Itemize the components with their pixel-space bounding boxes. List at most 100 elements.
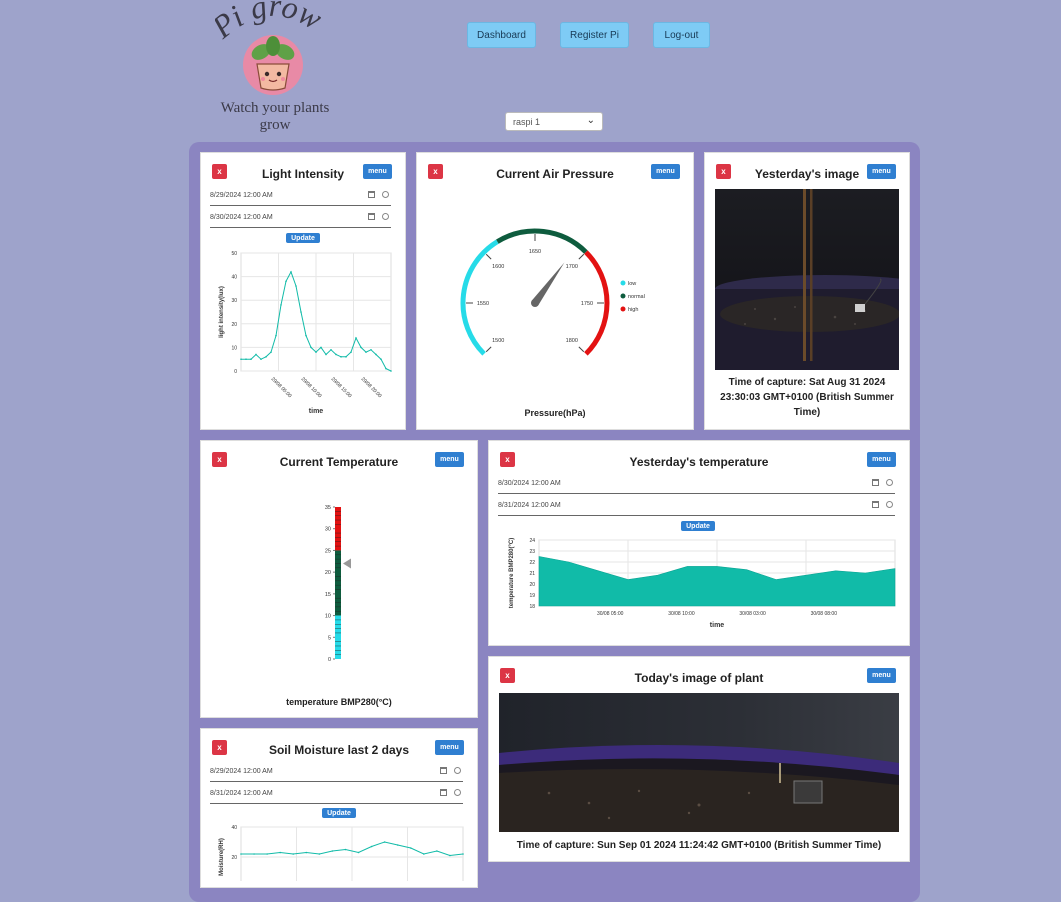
update-button[interactable]: Update	[681, 521, 715, 531]
clock-icon[interactable]	[454, 789, 461, 796]
legend-marker	[621, 294, 626, 299]
today-image-card: x Today's image of plant menu Time of ca…	[488, 656, 910, 862]
device-select-value: raspi 1	[513, 117, 540, 127]
gauge-band-normal	[497, 231, 586, 252]
data-point	[300, 311, 302, 313]
data-point	[279, 852, 281, 854]
menu-button[interactable]: menu	[651, 164, 680, 179]
data-point	[255, 354, 257, 356]
data-point	[315, 351, 317, 353]
y-tick-label: 0	[234, 369, 237, 375]
capture-time: Time of capture: Sun Sep 01 2024 11:24:4…	[499, 838, 899, 853]
calendar-icon[interactable]	[368, 191, 375, 198]
thermo-pointer	[343, 558, 351, 568]
start-date-value: 8/30/2024 12:00 AM	[498, 480, 561, 487]
data-point	[375, 354, 377, 356]
data-point	[345, 356, 347, 358]
calendar-icon[interactable]	[872, 501, 879, 508]
card-title: Today's image of plant	[489, 671, 909, 685]
update-button[interactable]: Update	[322, 808, 356, 818]
data-point	[380, 358, 382, 360]
soil-moisture-chart: 2040Moisture(RH)	[201, 821, 478, 881]
x-axis-label: time	[309, 408, 324, 415]
end-date-input[interactable]: 8/31/2024 12:00 AM	[498, 499, 895, 516]
end-date-input[interactable]: 8/30/2024 12:00 AM	[210, 211, 391, 228]
gauge-tick-label: 1700	[566, 264, 578, 270]
yesterday-temperature-card: x Yesterday's temperature menu 8/30/2024…	[488, 440, 910, 646]
end-date-value: 8/30/2024 12:00 AM	[210, 214, 273, 221]
thermo-tick-label: 0	[328, 657, 331, 663]
end-date-input[interactable]: 8/31/2024 12:00 AM	[210, 787, 463, 804]
legend-label: normal	[628, 294, 645, 300]
nav-logout-button[interactable]: Log-out	[653, 22, 710, 48]
data-point	[325, 354, 327, 356]
data-point	[384, 841, 386, 843]
x-tick-label: 29/08 20:00	[360, 376, 383, 399]
data-point	[275, 335, 277, 337]
menu-button[interactable]: menu	[867, 668, 896, 683]
nav-dashboard-button[interactable]: Dashboard	[467, 22, 536, 48]
clock-icon[interactable]	[454, 767, 461, 774]
menu-button[interactable]: menu	[867, 164, 896, 179]
data-point	[330, 349, 332, 351]
clock-icon[interactable]	[382, 191, 389, 198]
thermo-tick-label: 30	[325, 527, 331, 533]
legend-label: high	[628, 307, 638, 313]
calendar-icon[interactable]	[440, 789, 447, 796]
data-point	[320, 347, 322, 349]
clock-icon[interactable]	[886, 479, 893, 486]
update-button[interactable]: Update	[286, 233, 320, 243]
data-point	[310, 347, 312, 349]
gauge-tick-label: 1500	[492, 338, 504, 344]
data-point	[319, 853, 321, 855]
data-point	[305, 335, 307, 337]
chevron-down-icon: ⌄	[587, 115, 595, 126]
start-date-input[interactable]: 8/29/2024 12:00 AM	[210, 765, 463, 782]
data-point	[436, 850, 438, 852]
data-point	[245, 358, 247, 360]
menu-button[interactable]: menu	[435, 740, 464, 755]
light-intensity-chart: 0102030405029/08 05:0029/08 10:0029/08 1…	[201, 245, 406, 421]
light-intensity-card: x Light Intensity menu 8/29/2024 12:00 A…	[200, 152, 406, 430]
y-tick-label: 22	[529, 560, 535, 566]
start-date-input[interactable]: 8/30/2024 12:00 AM	[498, 477, 895, 494]
clock-icon[interactable]	[886, 501, 893, 508]
clock-icon[interactable]	[382, 213, 389, 220]
y-tick-label: 20	[231, 322, 237, 328]
calendar-icon[interactable]	[368, 213, 375, 220]
nav-register-pi-button[interactable]: Register Pi	[560, 22, 629, 48]
calendar-icon[interactable]	[440, 767, 447, 774]
x-tick-label: 29/08 10:00	[300, 376, 323, 399]
data-point	[370, 349, 372, 351]
data-point	[345, 849, 347, 851]
pressure-gauge: 1500155016001650170017501800lownormalhig…	[417, 203, 694, 383]
data-point	[292, 853, 294, 855]
capture-time: Time of capture: Sat Aug 31 2024 23:30:0…	[715, 375, 899, 420]
gauge-tick-label: 1600	[492, 264, 504, 270]
y-tick-label: 23	[529, 549, 535, 555]
thermo-band-normal	[335, 550, 341, 615]
start-date-input[interactable]: 8/29/2024 12:00 AM	[210, 189, 391, 206]
y-tick-label: 24	[529, 538, 535, 544]
start-date-value: 8/29/2024 12:00 AM	[210, 192, 273, 199]
y-tick-label: 30	[231, 298, 237, 304]
data-point	[410, 847, 412, 849]
menu-button[interactable]: menu	[363, 164, 392, 179]
data-point	[397, 844, 399, 846]
menu-button[interactable]: menu	[867, 452, 896, 467]
x-tick-label: 30/08 03:00	[739, 611, 766, 617]
x-tick-label: 30/08 08:00	[811, 611, 838, 617]
data-point	[365, 351, 367, 353]
temperature-gauge: 05101520253035	[301, 501, 381, 667]
x-tick-label: 30/08 10:00	[668, 611, 695, 617]
device-select[interactable]: raspi 1 ⌄	[505, 112, 603, 131]
legend-marker	[621, 281, 626, 286]
data-point	[266, 853, 268, 855]
gauge-tick	[486, 347, 491, 352]
legend-marker	[621, 307, 626, 312]
calendar-icon[interactable]	[872, 479, 879, 486]
y-axis-label: Moisture(RH)	[219, 838, 225, 876]
gauge-tick-label: 1750	[581, 301, 593, 307]
pressure-label: Pressure(hPa)	[427, 406, 683, 421]
menu-button[interactable]: menu	[435, 452, 464, 467]
